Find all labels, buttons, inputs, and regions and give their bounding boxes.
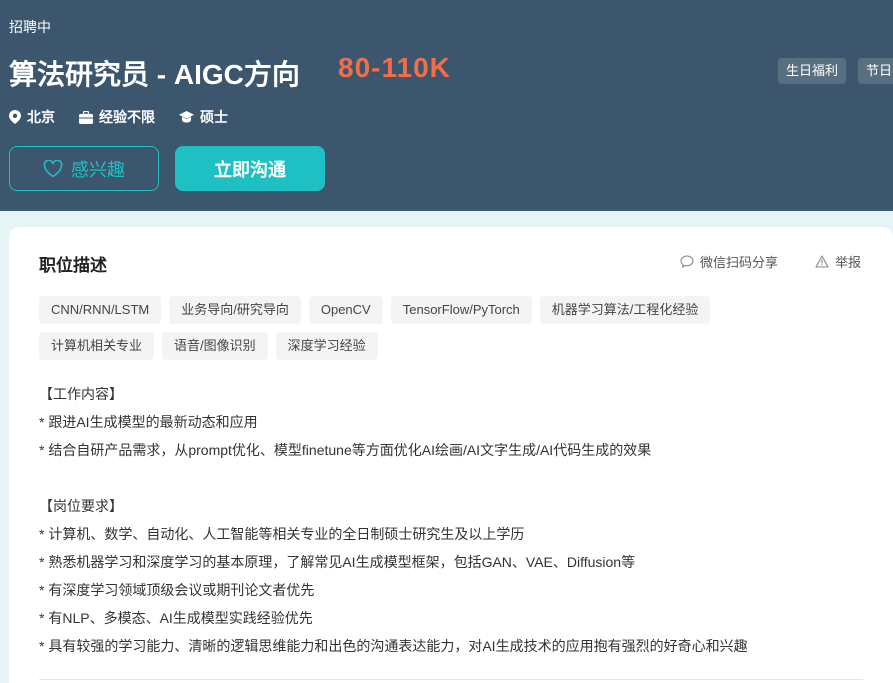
meta-degree-text: 硕士 bbox=[200, 109, 228, 125]
job-description-card: 职位描述 微信扫码分享 举报 CNN/RNN/LSTM 业务导向/研究导向 Op… bbox=[9, 227, 893, 683]
divider bbox=[39, 679, 863, 680]
meta-degree: 硕士 bbox=[179, 107, 228, 127]
description-line: * 跟进AI生成模型的最新动态和应用 bbox=[39, 414, 258, 430]
description-line: 【工作内容】 bbox=[39, 386, 123, 402]
interest-button-label: 感兴趣 bbox=[71, 159, 125, 180]
description-line: * 计算机、数学、自动化、人工智能等相关专业的全日制硕士研究生及以上学历 bbox=[39, 526, 525, 542]
interest-button[interactable]: 感兴趣 bbox=[9, 146, 159, 191]
skill-tag: 语音/图像识别 bbox=[162, 332, 268, 360]
skill-tag: CNN/RNN/LSTM bbox=[39, 296, 162, 324]
graduation-cap-icon bbox=[179, 110, 194, 123]
welfare-tag: 节日 bbox=[858, 58, 893, 84]
description-line: 【岗位要求】 bbox=[39, 498, 123, 514]
description-line: * 有深度学习领域顶级会议或期刊论文者优先 bbox=[39, 582, 315, 598]
job-meta: 北京 经验不限 硕士 bbox=[9, 107, 252, 127]
share-label: 微信扫码分享 bbox=[700, 255, 779, 270]
chat-bubble-icon bbox=[680, 255, 694, 268]
description-line: * 具有较强的学习能力、清晰的逻辑思维能力和出色的沟通表达能力，对AI生成技术的… bbox=[39, 638, 748, 654]
job-title: 算法研究员 - AIGC方向 bbox=[9, 59, 300, 90]
section-title: 职位描述 bbox=[39, 256, 107, 275]
location-pin-icon bbox=[9, 110, 21, 124]
briefcase-icon bbox=[79, 110, 93, 124]
skill-tag: OpenCV bbox=[308, 296, 383, 324]
skill-tags: CNN/RNN/LSTM 业务导向/研究导向 OpenCV TensorFlow… bbox=[39, 296, 839, 368]
meta-experience-text: 经验不限 bbox=[99, 109, 155, 125]
description-line: * 结合自研产品需求，从prompt优化、模型finetune等方面优化AI绘画… bbox=[39, 442, 652, 458]
skill-tag: 计算机相关专业 bbox=[39, 332, 155, 360]
wechat-share-link[interactable]: 微信扫码分享 bbox=[680, 252, 778, 271]
skill-tag: TensorFlow/PyTorch bbox=[390, 296, 532, 324]
description-line: * 有NLP、多模态、AI生成模型实践经验优先 bbox=[39, 610, 313, 626]
skill-tag: 机器学习算法/工程化经验 bbox=[539, 296, 711, 324]
welfare-tag: 生日福利 bbox=[778, 58, 847, 84]
job-status: 招聘中 bbox=[9, 19, 51, 35]
report-link[interactable]: 举报 bbox=[815, 252, 861, 271]
chat-now-button[interactable]: 立即沟通 bbox=[175, 146, 325, 191]
job-description-text: 【工作内容】 * 跟进AI生成模型的最新动态和应用 * 结合自研产品需求，从pr… bbox=[39, 380, 879, 660]
job-salary: 80-110K bbox=[338, 52, 451, 83]
meta-experience: 经验不限 bbox=[79, 107, 155, 127]
skill-tag: 业务导向/研究导向 bbox=[169, 296, 301, 324]
heart-icon bbox=[43, 159, 63, 177]
meta-location: 北京 bbox=[9, 107, 55, 127]
description-line: * 熟悉机器学习和深度学习的基本原理，了解常见AI生成模型框架，包括GAN、VA… bbox=[39, 554, 636, 570]
meta-location-text: 北京 bbox=[27, 109, 55, 125]
skill-tag: 深度学习经验 bbox=[275, 332, 378, 360]
report-label: 举报 bbox=[835, 255, 862, 270]
warning-icon bbox=[815, 255, 829, 268]
job-header: 招聘中 算法研究员 - AIGC方向 80-110K 生日福利 节日 北京 经验… bbox=[0, 0, 893, 211]
